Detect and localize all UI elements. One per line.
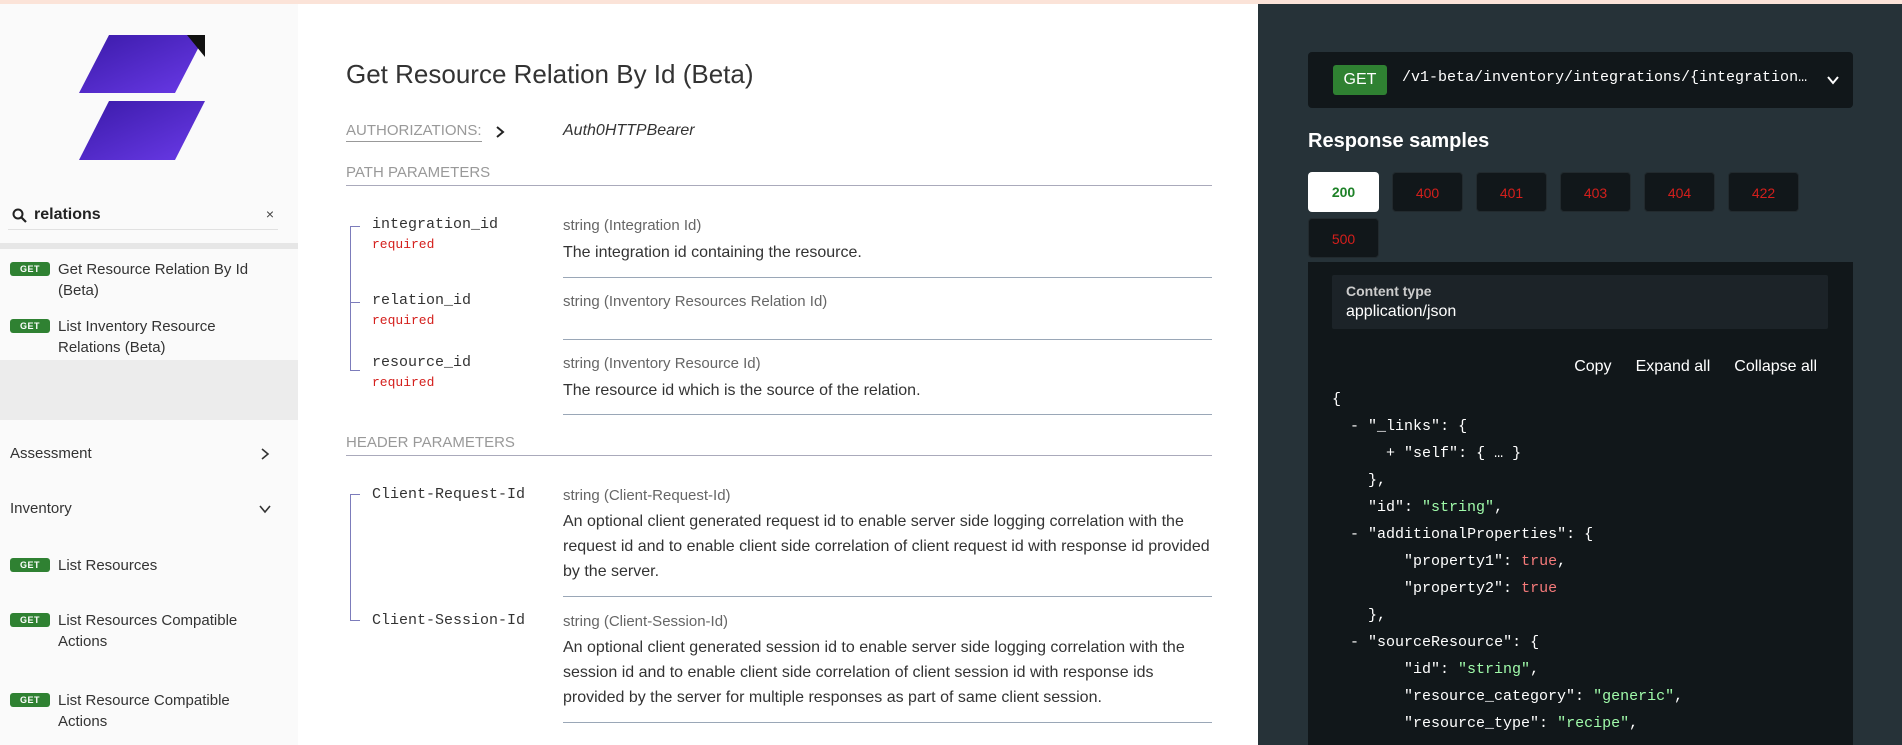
- sidebar-item-label: List Resources Compatible Actions: [58, 612, 238, 650]
- method-badge: GET: [10, 262, 50, 276]
- param-type: string (Client-Request-Id): [563, 487, 731, 504]
- param-divider: [563, 596, 1212, 597]
- auth-scheme: Auth0HTTPBearer: [563, 122, 695, 139]
- param-name: relation_id: [372, 292, 472, 309]
- response-tab-403[interactable]: 403: [1560, 172, 1631, 212]
- endpoint-path: /v1-beta/inventory/integrations/{integra…: [1402, 69, 1812, 86]
- main-content: Get Resource Relation By Id (Beta) AUTHO…: [298, 4, 1258, 745]
- param-type: string (Client-Session-Id): [563, 613, 729, 630]
- param-divider: [563, 414, 1212, 415]
- header-parameters-heading: HEADER PARAMETERS: [346, 434, 1212, 456]
- response-samples-heading: Response samples: [1308, 130, 1490, 152]
- search-result-item[interactable]: GET List Inventory Resource Relations (B…: [10, 316, 268, 358]
- search-result-label: Get Resource Relation By Id (Beta): [58, 261, 249, 299]
- json-sample: { - "_links": { + "self": { … } }, "id":…: [1332, 391, 1684, 732]
- search-result-item[interactable]: GET Get Resource Relation By Id (Beta): [10, 259, 268, 301]
- sidebar-section-assessment[interactable]: Assessment: [10, 445, 272, 462]
- sidebar: × GET Get Resource Relation By Id (Beta)…: [0, 4, 298, 745]
- response-tab-400[interactable]: 400: [1392, 172, 1463, 212]
- search-results: GET Get Resource Relation By Id (Beta) G…: [0, 243, 298, 360]
- param-required: required: [372, 237, 435, 252]
- response-tab-404[interactable]: 404: [1644, 172, 1715, 212]
- param-divider: [563, 722, 1212, 723]
- param-name: Client-Session-Id: [372, 612, 526, 629]
- param-type: string (Integration Id): [563, 217, 702, 234]
- param-type: string (Inventory Resource Id): [563, 355, 761, 372]
- authorizations-toggle[interactable]: AUTHORIZATIONS:: [346, 122, 482, 142]
- param-description: The resource id which is the source of t…: [563, 382, 921, 399]
- content-type-label: Content type: [1346, 283, 1432, 299]
- response-tab-500[interactable]: 500: [1308, 218, 1379, 258]
- collapse-toggle[interactable]: -: [1350, 526, 1359, 543]
- sidebar-item-list-resources-compatible-actions[interactable]: GET List Resources Compatible Actions: [10, 610, 238, 652]
- chevron-down-icon: [1827, 76, 1839, 85]
- chevron-down-icon: [259, 504, 271, 513]
- sidebar-item-label: List Resources: [58, 557, 158, 574]
- response-sample: Content type application/json Copy Expan…: [1308, 262, 1853, 745]
- param-name: integration_id: [372, 216, 499, 233]
- collapse-toggle[interactable]: -: [1350, 418, 1359, 435]
- section-label: Inventory: [10, 500, 72, 517]
- param-tree-branch: [350, 620, 360, 621]
- sidebar-item-label: List Resource Compatible Actions: [58, 692, 230, 730]
- param-description: An optional client generated request id …: [563, 513, 1210, 580]
- param-divider: [563, 339, 1212, 340]
- method-badge: GET: [1333, 65, 1387, 95]
- chevron-right-icon[interactable]: [494, 125, 506, 139]
- param-divider: [563, 277, 1212, 278]
- search-box: ×: [8, 200, 278, 230]
- param-tree-branch: [350, 226, 360, 227]
- section-label: Assessment: [10, 445, 92, 462]
- content-type-value: application/json: [1346, 303, 1457, 320]
- endpoint-selector[interactable]: GET /v1-beta/inventory/integrations/{int…: [1308, 52, 1853, 108]
- chevron-right-icon: [261, 447, 270, 460]
- response-tab-401[interactable]: 401: [1476, 172, 1547, 212]
- content-type-box: Content type application/json: [1332, 275, 1828, 329]
- param-tree-branch: [350, 302, 360, 303]
- param-name: resource_id: [372, 354, 472, 371]
- brand-logo: [79, 35, 205, 160]
- param-name: Client-Request-Id: [372, 486, 526, 503]
- expand-toggle[interactable]: +: [1386, 445, 1395, 462]
- page-title: Get Resource Relation By Id (Beta): [346, 59, 754, 89]
- copy-button[interactable]: Copy: [1574, 358, 1611, 376]
- param-description: The integration id containing the resour…: [563, 244, 862, 261]
- sidebar-item-list-resources[interactable]: GET List Resources: [10, 555, 268, 576]
- method-badge: GET: [10, 558, 50, 572]
- search-icon: [12, 208, 27, 223]
- clear-search-button[interactable]: ×: [266, 206, 274, 222]
- expand-all-button[interactable]: Expand all: [1636, 358, 1711, 376]
- collapse-all-button[interactable]: Collapse all: [1734, 358, 1817, 376]
- search-result-label: List Inventory Resource Relations (Beta): [58, 318, 216, 356]
- search-results-footer: [0, 360, 298, 420]
- param-tree-line: [350, 494, 351, 620]
- method-badge: GET: [10, 319, 50, 333]
- param-description: An optional client generated session id …: [563, 639, 1185, 706]
- path-parameters-heading: PATH PARAMETERS: [346, 164, 1212, 186]
- sample-actions: Copy Expand all Collapse all: [1574, 358, 1817, 376]
- param-required: required: [372, 375, 435, 390]
- method-badge: GET: [10, 613, 50, 627]
- param-tree-branch: [350, 370, 360, 371]
- response-tab-422[interactable]: 422: [1728, 172, 1799, 212]
- method-badge: GET: [10, 693, 50, 707]
- param-tree-branch: [350, 494, 360, 495]
- response-tab-200[interactable]: 200: [1308, 172, 1379, 212]
- param-tree-line: [350, 226, 351, 370]
- param-type: string (Inventory Resources Relation Id): [563, 293, 828, 310]
- sidebar-item-list-resource-compatible-actions[interactable]: GET List Resource Compatible Actions: [10, 690, 238, 732]
- sidebar-section-inventory[interactable]: Inventory: [10, 500, 272, 517]
- search-input[interactable]: [34, 204, 254, 226]
- param-required: required: [372, 313, 435, 328]
- right-panel: GET /v1-beta/inventory/integrations/{int…: [1258, 4, 1902, 745]
- collapse-toggle[interactable]: -: [1350, 634, 1359, 651]
